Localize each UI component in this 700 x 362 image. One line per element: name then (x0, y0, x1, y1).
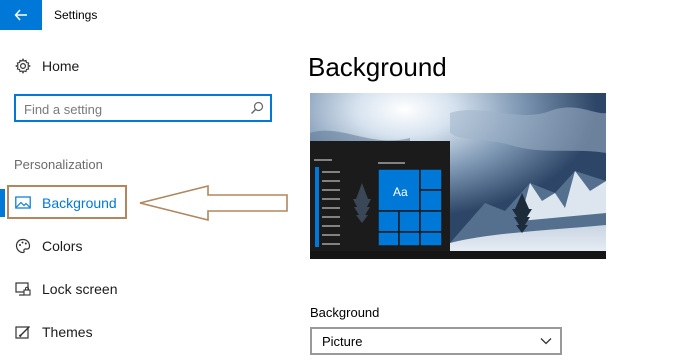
chevron-down-icon (540, 338, 552, 345)
active-indicator (0, 189, 5, 217)
nav-home[interactable]: Home (14, 54, 79, 78)
nav-item-label: Background (42, 195, 117, 211)
back-button[interactable] (0, 0, 42, 30)
nav-item-background[interactable]: Background (14, 191, 117, 215)
search-box[interactable] (14, 94, 272, 122)
nav-home-label: Home (42, 58, 80, 74)
background-field-label: Background (310, 305, 380, 320)
back-arrow-icon (14, 9, 27, 21)
title-bar: Settings (0, 0, 700, 30)
nav-item-lock-screen[interactable]: Lock screen (14, 277, 117, 301)
lock-screen-icon (14, 280, 32, 298)
palette-icon (14, 237, 32, 255)
window-title: Settings (54, 8, 98, 22)
preview-tile-text: Aa (393, 185, 408, 199)
nav-item-label: Colors (42, 238, 83, 254)
section-label: Personalization (14, 157, 103, 172)
nav-item-themes[interactable]: Themes (14, 320, 93, 344)
background-preview: Aa (310, 93, 606, 259)
page-title: Background (308, 52, 447, 82)
nav-item-colors[interactable]: Colors (14, 234, 82, 258)
dropdown-value: Picture (322, 334, 363, 349)
search-input[interactable] (24, 100, 244, 118)
annotation-arrow-icon (139, 184, 288, 222)
picture-icon (14, 194, 32, 212)
nav-item-label: Lock screen (42, 281, 118, 297)
background-type-dropdown[interactable]: Picture (310, 327, 562, 355)
search-icon[interactable] (250, 101, 264, 115)
themes-icon (14, 323, 32, 341)
gear-icon (14, 57, 32, 75)
nav-item-label: Themes (42, 324, 93, 340)
landscape-preview-image: Aa (310, 93, 606, 259)
